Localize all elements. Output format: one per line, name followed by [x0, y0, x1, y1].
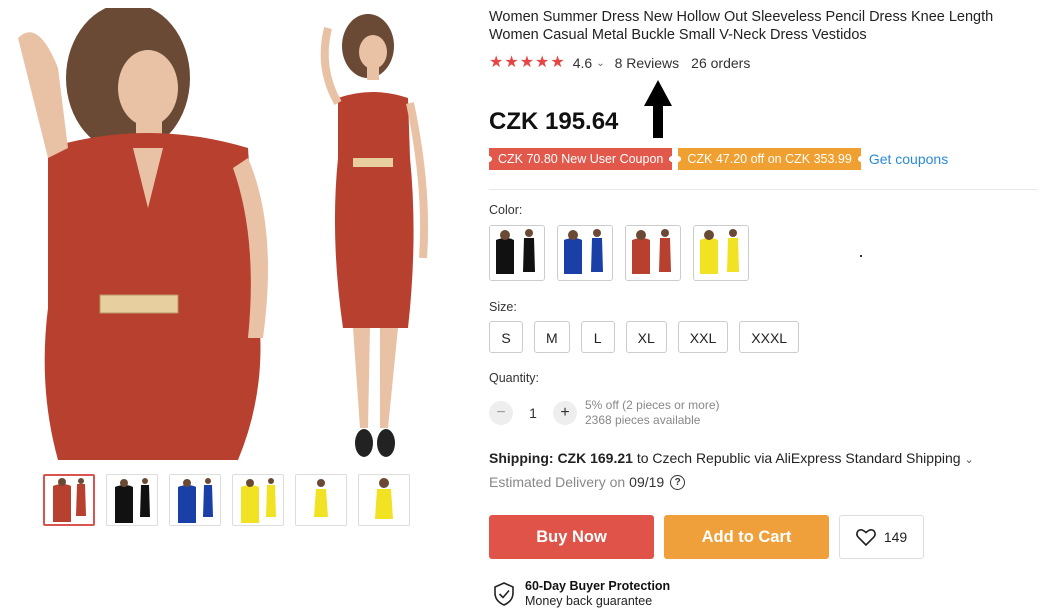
quantity-stepper: − 1 + 5% off (2 pieces or more) 2368 pie…	[489, 398, 720, 428]
quantity-value[interactable]: 1	[513, 405, 553, 421]
rating-value[interactable]: 4.6	[573, 55, 592, 71]
rating-row: ★ ★ ★ ★ ★ 4.6 ⌄ 8 Reviews 26 orders	[489, 55, 751, 72]
star-icon: ★	[504, 54, 519, 71]
thumbnail-yellow-pose[interactable]	[295, 474, 347, 526]
increase-button[interactable]: +	[553, 401, 577, 425]
color-label: Color:	[489, 203, 523, 217]
shipping-price: CZK 169.21	[557, 450, 633, 466]
color-swatch-red[interactable]	[625, 225, 681, 281]
wishlist-button[interactable]: 149	[839, 515, 924, 559]
product-title: Women Summer Dress New Hollow Out Sleeve…	[489, 9, 994, 43]
heart-icon	[855, 529, 876, 546]
thumbnail-yellow[interactable]	[232, 474, 284, 526]
shipping-label: Shipping:	[489, 450, 554, 466]
divider	[489, 189, 1037, 190]
buyer-protection: 60-Day Buyer Protection Money back guara…	[493, 579, 670, 609]
up-arrow-icon	[644, 80, 672, 138]
stock-available-text: 2368 pieces available	[585, 413, 701, 427]
size-option-m[interactable]: M	[534, 321, 570, 353]
orders-count: 26 orders	[691, 55, 751, 71]
color-swatch-blue[interactable]	[557, 225, 613, 281]
color-swatches	[489, 225, 749, 281]
eta-date: 09/19	[629, 474, 665, 490]
decrease-button[interactable]: −	[489, 401, 513, 425]
rating-stars: ★ ★ ★ ★ ★	[489, 55, 565, 71]
new-user-coupon[interactable]: CZK 70.80 New User Coupon	[489, 148, 673, 170]
color-swatch-black[interactable]	[489, 225, 545, 281]
size-label: Size:	[489, 300, 517, 314]
get-coupons-link[interactable]: Get coupons	[869, 151, 948, 167]
protection-title: 60-Day Buyer Protection	[525, 579, 671, 593]
estimated-delivery: Estimated Delivery on 09/19 ?	[489, 474, 686, 490]
stray-dot	[860, 255, 862, 257]
shipping-method: to Czech Republic via AliExpress Standar…	[636, 450, 961, 466]
product-price: CZK 195.64	[489, 108, 619, 135]
protection-subtitle: Money back guarantee	[525, 594, 653, 608]
shipping-info[interactable]: Shipping: CZK 169.21 to Czech Republic v…	[489, 450, 974, 466]
size-option-s[interactable]: S	[489, 321, 523, 353]
eta-label: Estimated Delivery on	[489, 474, 626, 490]
chevron-down-icon[interactable]: ⌄	[596, 58, 604, 69]
thumbnail-red[interactable]	[43, 474, 95, 526]
thumbnail-blue[interactable]	[169, 474, 221, 526]
thumbnail-strip	[43, 474, 410, 526]
quantity-info: 5% off (2 pieces or more) 2368 pieces av…	[585, 398, 720, 428]
help-icon[interactable]: ?	[670, 474, 686, 490]
size-option-l[interactable]: L	[580, 321, 615, 353]
buy-now-button[interactable]: Buy Now	[489, 515, 654, 559]
coupon-row: CZK 70.80 New User Coupon CZK 47.20 off …	[489, 148, 948, 170]
quantity-label: Quantity:	[489, 371, 540, 385]
chevron-down-icon[interactable]: ⌄	[964, 454, 973, 466]
size-option-xxl[interactable]: XXL	[677, 321, 729, 353]
star-icon: ★	[535, 54, 550, 71]
star-icon: ★	[489, 54, 504, 71]
reviews-link[interactable]: 8 Reviews	[615, 55, 680, 71]
star-icon: ★	[550, 54, 565, 71]
thumbnail-black[interactable]	[106, 474, 158, 526]
add-to-cart-button[interactable]: Add to Cart	[664, 515, 829, 559]
star-icon: ★	[519, 54, 535, 71]
size-option-xxxl[interactable]: XXXL	[739, 321, 800, 353]
wishlist-count: 149	[883, 529, 908, 545]
size-options: S M L XL XXL XXXL	[489, 321, 800, 353]
bulk-discount-text: 5% off (2 pieces or more)	[585, 398, 720, 412]
size-option-xl[interactable]: XL	[625, 321, 667, 353]
thumbnail-yellow-back[interactable]	[358, 474, 410, 526]
shield-check-icon	[494, 582, 514, 606]
discount-coupon[interactable]: CZK 47.20 off on CZK 353.99	[678, 148, 861, 170]
color-swatch-yellow[interactable]	[693, 225, 749, 281]
main-product-image[interactable]	[8, 8, 463, 460]
